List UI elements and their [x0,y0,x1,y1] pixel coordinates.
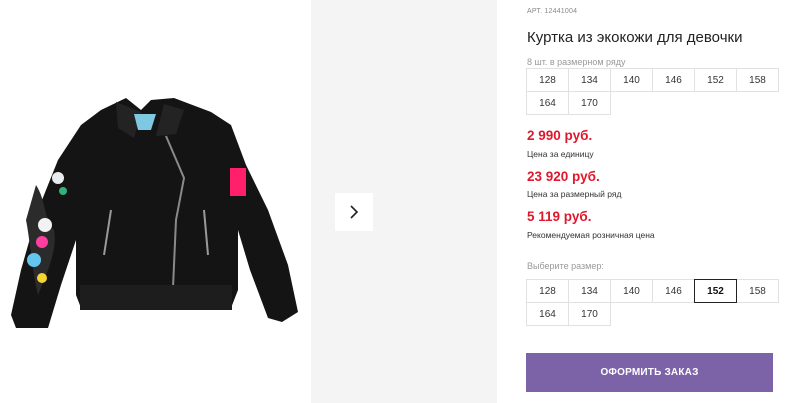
size-select-grid: 128 134 140 146 152 158 164 170 [526,279,779,326]
jacket-image [11,98,298,328]
retail-price: 5 119 руб. [527,209,592,224]
pack-size-cell: 158 [736,68,779,92]
pack-size-cell: 152 [694,68,737,92]
size-option-selected[interactable]: 152 [694,279,737,303]
unit-price: 2 990 руб. [527,128,593,143]
order-button[interactable]: ОФОРМИТЬ ЗАКАЗ [526,353,773,392]
retail-price-label: Рекомендуемая розничная цена [527,230,655,240]
pack-size-grid: 128 134 140 146 152 158 164 170 [526,68,779,115]
pack-price-label: Цена за размерный ряд [527,189,622,199]
pack-size-cell: 146 [652,68,695,92]
product-gallery [0,0,311,403]
unit-price-label: Цена за единицу [527,149,594,159]
gallery-next-slide [311,0,497,403]
pack-size-cell: 134 [568,68,611,92]
chevron-right-icon [350,205,359,219]
pack-size-cell: 170 [568,91,611,115]
pack-size-cell: 140 [610,68,653,92]
pack-size-cell: 128 [526,68,569,92]
size-option[interactable]: 170 [568,302,611,326]
product-info: АРТ. 12441004 Куртка из экокожи для дево… [497,0,800,403]
size-option[interactable]: 140 [610,279,653,303]
pack-price: 23 920 руб. [527,169,600,184]
size-option[interactable]: 128 [526,279,569,303]
pack-caption: 8 шт. в размерном ряду [527,57,626,67]
gallery-next-button[interactable] [335,193,373,231]
size-option[interactable]: 146 [652,279,695,303]
size-option[interactable]: 134 [568,279,611,303]
size-select-caption: Выберите размер: [527,261,604,271]
product-sku: АРТ. 12441004 [527,8,578,15]
size-option[interactable]: 164 [526,302,569,326]
size-option[interactable]: 158 [736,279,779,303]
pack-size-cell: 164 [526,91,569,115]
product-title: Куртка из экокожи для девочки [527,29,743,46]
